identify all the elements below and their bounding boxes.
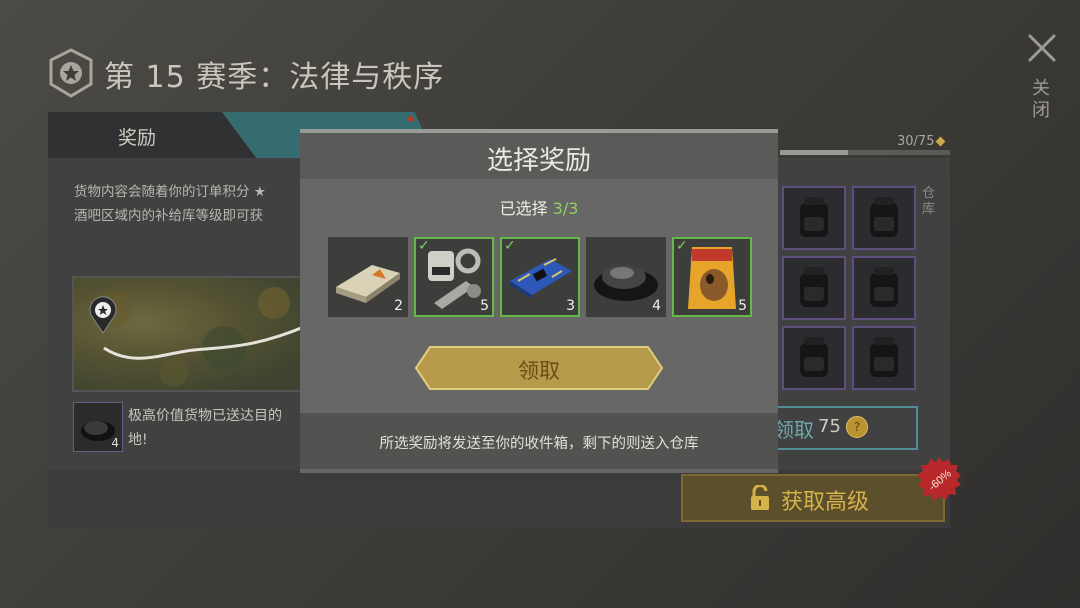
cargo-description: 货物内容会随着你的订单积分 ★ 酒吧区域内的补给库等级即可获	[74, 184, 266, 224]
backpack-icon	[870, 197, 898, 237]
tab-rewards-label: 奖励	[118, 127, 157, 149]
delivered-cargo-item[interactable]: 4	[73, 402, 123, 452]
backpack-icon	[870, 267, 898, 307]
notification-dot	[408, 116, 414, 122]
reward-bag-slot[interactable]	[852, 186, 916, 250]
claim-cost: 75	[818, 416, 841, 437]
check-icon: ✓	[418, 238, 430, 254]
slot-count: 4	[652, 298, 661, 314]
tab-rewards[interactable]: 奖励	[48, 112, 258, 158]
reward-bag-slot[interactable]	[782, 186, 846, 250]
diamond-icon	[936, 136, 946, 147]
map-pin-icon	[89, 296, 117, 334]
delivery-message: 极高价值货物已送达目的 地!	[128, 408, 282, 448]
dialog-footer-text: 所选奖励将发送至你的收件箱，剩下的则送入仓库	[379, 436, 699, 452]
slot-count: 3	[566, 298, 575, 314]
claim-button[interactable]: 领取	[414, 346, 664, 390]
close-label[interactable]: 关闭	[1030, 78, 1052, 122]
season-badge-icon	[49, 48, 93, 98]
slot-count: 5	[738, 298, 747, 314]
selected-count: 已选择 3/3	[499, 199, 579, 218]
reward-bag-slot[interactable]	[782, 326, 846, 390]
backpack-icon	[800, 337, 828, 377]
reward-slot-circuit-board[interactable]: ✓ 3	[500, 237, 580, 317]
coin-icon: ?	[846, 416, 868, 438]
reward-slot-mechanical-parts[interactable]: ✓ 5	[414, 237, 494, 317]
backpack-icon	[800, 197, 828, 237]
season-title: 第 15 赛季：法律与秩序	[104, 60, 445, 95]
reward-slot-gravel[interactable]: 4	[586, 237, 666, 317]
progress-bar	[780, 150, 950, 155]
backpack-icon	[800, 267, 828, 307]
reward-bag-slot[interactable]	[852, 326, 916, 390]
premium-label: 获取高级	[781, 490, 870, 515]
reward-bag-slot[interactable]	[782, 256, 846, 320]
discount-badge: -60%	[917, 457, 961, 501]
get-premium-button[interactable]: 获取高级	[681, 474, 945, 522]
unlock-icon	[751, 485, 769, 510]
reward-bag-slot[interactable]	[852, 256, 916, 320]
backpack-icon	[870, 337, 898, 377]
route-map	[72, 276, 308, 392]
check-icon: ✓	[676, 238, 688, 254]
close-icon[interactable]	[1022, 28, 1062, 68]
claim-button-background[interactable]: 领取 75 ?	[760, 406, 918, 450]
dialog-title: 选择奖励	[486, 146, 591, 176]
slot-count: 5	[480, 298, 489, 314]
slot-count: 2	[394, 298, 403, 314]
claim-button-label: 领取	[518, 359, 560, 383]
progress-fill	[780, 150, 848, 155]
progress-text: 30/75	[897, 134, 946, 149]
check-icon: ✓	[504, 238, 516, 254]
item-count: 4	[111, 436, 119, 450]
reward-slot-dog-food[interactable]: ✓ 5	[672, 237, 752, 317]
claim-label: 领取	[774, 418, 814, 442]
warehouse-label: 仓库	[922, 186, 936, 217]
reward-slot-ration-bar[interactable]: 2	[328, 237, 408, 317]
